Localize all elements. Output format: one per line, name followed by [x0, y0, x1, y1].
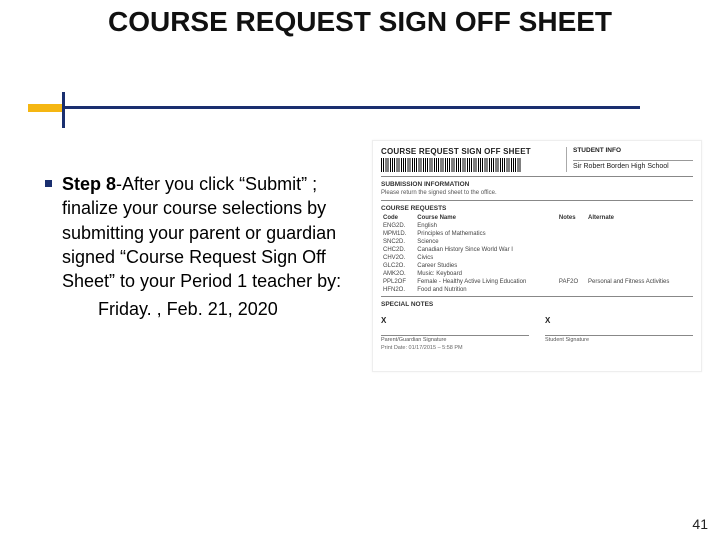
step-label: Step 8: [62, 174, 116, 194]
cell-name: Career Studies: [415, 262, 557, 270]
cell-notes: [557, 230, 586, 238]
table-row: GLC2O.Career Studies: [381, 262, 693, 270]
cell-code: CHC2D.: [381, 246, 415, 254]
table-row: MPM1D.Principles of Mathematics: [381, 230, 693, 238]
print-date: Print Date: 01/17/2015 – 5:58 PM: [373, 345, 701, 355]
cell-name: Female - Healthy Active Living Education: [415, 278, 557, 286]
table-row: HFN2O.Food and Nutrition: [381, 286, 693, 294]
deadline-text: Friday. , Feb. 21, 2020: [98, 297, 352, 321]
course-table: Code Course Name Notes Alternate ENG2D.E…: [381, 214, 693, 294]
table-row: CHV2O.Civics: [381, 254, 693, 262]
col-notes: Notes: [557, 214, 586, 222]
cell-notes: [557, 286, 586, 294]
table-row: SNC2D.Science: [381, 238, 693, 246]
form-preview: COURSE REQUEST SIGN OFF SHEET STUDENT IN…: [372, 140, 702, 372]
col-code: Code: [381, 214, 415, 222]
cell-code: PPL2OF: [381, 278, 415, 286]
submission-label: SUBMISSION INFORMATION: [373, 179, 701, 190]
cell-notes: [557, 262, 586, 270]
cell-alt: Personal and Fitness Activities: [586, 278, 693, 286]
cell-name: Music: Keyboard: [415, 270, 557, 278]
table-header: Code Course Name Notes Alternate: [381, 214, 693, 222]
cell-name: Food and Nutrition: [415, 286, 557, 294]
barcode-icon: [381, 158, 521, 172]
cell-alt: [586, 270, 693, 278]
cell-notes: [557, 270, 586, 278]
cell-notes: [557, 254, 586, 262]
parent-signature-label: Parent/Guardian Signature: [381, 335, 529, 343]
cell-name: Canadian History Since World War I: [415, 246, 557, 254]
bullet-icon: [45, 180, 52, 187]
x-mark-icon: X: [381, 316, 529, 325]
special-notes-label: SPECIAL NOTES: [373, 299, 701, 310]
cell-alt: [586, 254, 693, 262]
cell-alt: [586, 222, 693, 230]
cell-notes: [557, 246, 586, 254]
table-row: CHC2D.Canadian History Since World War I: [381, 246, 693, 254]
submission-text: Please return the signed sheet to the of…: [373, 190, 701, 198]
school-name: Sir Robert Borden High School: [573, 163, 693, 170]
cell-code: CHV2O.: [381, 254, 415, 262]
cell-name: Civics: [415, 254, 557, 262]
cell-code: AMK2O.: [381, 270, 415, 278]
body-text: Step 8-After you click “Submit” ; finali…: [62, 172, 352, 322]
cell-name: Science: [415, 238, 557, 246]
cell-notes: PAF2O: [557, 278, 586, 286]
course-requests-label: COURSE REQUESTS: [373, 203, 701, 214]
cell-alt: [586, 230, 693, 238]
accent-rule-short: [28, 104, 62, 112]
cell-code: HFN2O.: [381, 286, 415, 294]
cell-name: English: [415, 222, 557, 230]
cell-alt: [586, 286, 693, 294]
form-title: COURSE REQUEST SIGN OFF SHEET: [381, 147, 566, 156]
col-alt: Alternate: [586, 214, 693, 222]
table-row: ENG2D.English: [381, 222, 693, 230]
cell-alt: [586, 246, 693, 254]
accent-rule-vertical: [62, 92, 65, 128]
cell-code: GLC2O.: [381, 262, 415, 270]
accent-rule-horizontal: [28, 106, 640, 109]
cell-notes: [557, 222, 586, 230]
student-info-label: STUDENT INFO: [573, 147, 693, 154]
cell-code: SNC2D.: [381, 238, 415, 246]
student-signature-label: Student Signature: [545, 335, 693, 343]
cell-name: Principles of Mathematics: [415, 230, 557, 238]
table-row: PPL2OFFemale - Healthy Active Living Edu…: [381, 278, 693, 286]
x-mark-icon: X: [545, 316, 693, 325]
page-number: 41: [692, 516, 708, 532]
cell-alt: [586, 238, 693, 246]
slide-title: COURSE REQUEST SIGN OFF SHEET: [0, 6, 720, 38]
cell-alt: [586, 262, 693, 270]
cell-code: ENG2D.: [381, 222, 415, 230]
table-row: AMK2O.Music: Keyboard: [381, 270, 693, 278]
cell-notes: [557, 238, 586, 246]
cell-code: MPM1D.: [381, 230, 415, 238]
col-name: Course Name: [415, 214, 557, 222]
